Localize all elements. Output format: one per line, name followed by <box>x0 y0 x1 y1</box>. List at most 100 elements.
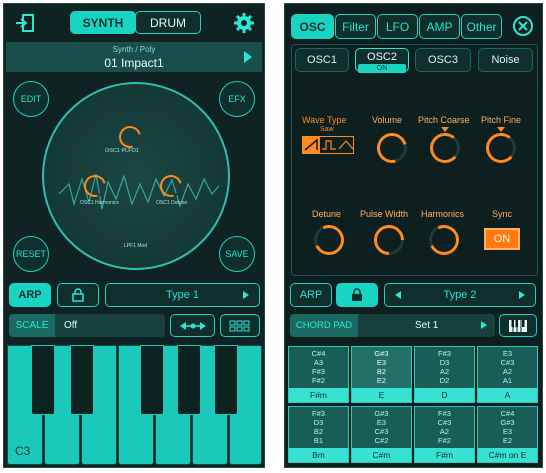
chord-set-next-icon[interactable] <box>481 321 487 329</box>
tab-osc-label: OSC <box>299 19 326 34</box>
noise-tab[interactable]: Noise <box>478 48 533 72</box>
osc2-on-indicator: ON <box>358 64 406 73</box>
chord-notes: G#3 E3 B2 E2 <box>374 349 389 385</box>
efx-label: EFX <box>228 94 246 104</box>
tab-other-label: Other <box>466 19 497 34</box>
key-octave-label: C3 <box>15 444 31 458</box>
arp-lock-button[interactable] <box>336 283 378 307</box>
chord-notes: C#4 A3 F#3 F#2 <box>311 349 326 385</box>
arp-type-select[interactable]: Type 1 <box>105 283 260 307</box>
arp-button[interactable]: ARP <box>290 283 332 307</box>
osc2-tab[interactable]: OSC2 ON <box>355 48 409 73</box>
tab-osc[interactable]: OSC <box>291 14 334 39</box>
chord-notes: F#3 D3 B2 B1 <box>312 409 325 445</box>
close-icon <box>518 21 528 31</box>
wave-type-value: Saw <box>320 126 334 133</box>
pitch-fine-label: Pitch Fine <box>481 115 522 125</box>
octave-arrows-icon <box>179 321 206 330</box>
chord-pad-6[interactable]: G#3 E3 C#3 C#2 C#m <box>351 406 412 463</box>
tab-other[interactable]: Other <box>461 14 502 39</box>
chord-notes: E3 C#3 A2 A1 <box>500 349 515 385</box>
arp-lock-button[interactable] <box>57 283 99 307</box>
efx-button[interactable]: EFX <box>219 81 255 117</box>
osc1-label: OSC1 <box>307 54 337 66</box>
keyboard-layout-button[interactable] <box>220 314 260 337</box>
scale-bar[interactable]: SCALE Off <box>9 314 165 337</box>
pitch-coarse-center-marker <box>441 127 449 132</box>
pitch-fine-knob[interactable] <box>484 131 518 165</box>
keyboard-view-button[interactable] <box>499 314 537 337</box>
chord-pad-label: CHORD PAD <box>290 314 358 337</box>
sync-toggle[interactable]: ON <box>484 228 520 250</box>
osc3-label: OSC3 <box>428 54 458 66</box>
tab-amp[interactable]: AMP <box>419 14 460 39</box>
chord-pad-7[interactable]: F#3 C#3 A2 F#2 F#m <box>414 406 475 463</box>
osc-edit-screen: OSC Filter LFO AMP Other OSC1 OSC2 ON OS… <box>284 3 543 468</box>
chord-name: A <box>478 388 537 402</box>
black-key-as[interactable] <box>214 345 238 415</box>
osc3-tab[interactable]: OSC3 <box>415 48 471 72</box>
black-key-ds[interactable] <box>70 345 94 415</box>
lock-icon <box>352 288 362 301</box>
tab-filter[interactable]: Filter <box>335 14 376 39</box>
exit-icon[interactable] <box>14 13 36 33</box>
close-button[interactable] <box>513 16 533 36</box>
square-wave-icon[interactable] <box>321 137 337 153</box>
chord-name: E <box>352 388 411 402</box>
arp-prev-icon[interactable] <box>395 291 401 299</box>
triangle-wave-icon[interactable] <box>338 137 354 153</box>
arp-button[interactable]: ARP <box>9 283 51 307</box>
chord-pad-8[interactable]: C#4 G#3 E3 E2 C#m on E <box>477 406 538 463</box>
reset-button[interactable]: RESET <box>13 236 49 272</box>
black-key-cs[interactable] <box>31 345 55 415</box>
arp-type-select[interactable]: Type 2 <box>384 283 536 307</box>
chord-pad-bar[interactable]: CHORD PAD Set 1 <box>290 314 495 337</box>
harmonics-knob[interactable] <box>424 220 464 260</box>
chord-pad-1[interactable]: C#4 A3 F#3 F#2 F#m <box>288 346 349 403</box>
save-button[interactable]: SAVE <box>219 236 255 272</box>
tab-lfo[interactable]: LFO <box>377 14 418 39</box>
black-key-fs[interactable] <box>140 345 164 415</box>
harmonics-label: Harmonics <box>421 209 465 219</box>
gear-icon[interactable] <box>233 12 255 34</box>
drum-tab[interactable]: DRUM <box>135 11 201 34</box>
octave-shift-button[interactable] <box>170 314 215 337</box>
synth-tab-label: SYNTH <box>82 15 124 30</box>
synth-tab[interactable]: SYNTH <box>70 11 136 34</box>
sync-label: Sync <box>492 209 513 219</box>
preset-name: 01 Impact1 <box>104 56 164 70</box>
chord-name: D <box>415 388 474 402</box>
osc1-tab[interactable]: OSC1 <box>295 48 349 72</box>
chord-pad-4[interactable]: E3 C#3 A2 A1 A <box>477 346 538 403</box>
arp-next-icon[interactable] <box>243 291 249 299</box>
saw-wave-icon[interactable] <box>303 137 320 153</box>
volume-knob[interactable] <box>371 127 413 169</box>
arp-type-value: Type 1 <box>165 289 200 301</box>
save-label: SAVE <box>225 249 249 259</box>
next-preset-icon[interactable] <box>244 51 252 63</box>
osc1-harmonics-label: OSC1 Harmonics <box>80 200 119 206</box>
arp-type-value: Type 2 <box>443 289 477 301</box>
xy-pad[interactable] <box>42 82 230 270</box>
drum-tab-label: DRUM <box>150 15 186 30</box>
arp-label: ARP <box>18 289 42 301</box>
chord-name: C#m on E <box>478 448 537 462</box>
edit-button[interactable]: EDIT <box>13 81 49 117</box>
chord-pad-5[interactable]: F#3 D3 B2 B1 Bm <box>288 406 349 463</box>
black-key-gs[interactable] <box>177 345 201 415</box>
chord-notes: C#4 G#3 E3 E2 <box>500 409 515 445</box>
arp-next-icon[interactable] <box>519 291 525 299</box>
chord-name: F#m <box>415 448 474 462</box>
chord-pad-3[interactable]: F#3 D3 A2 D2 D <box>414 346 475 403</box>
lpf1-mod-label: LPF1 Mod <box>124 243 148 249</box>
pulse-width-knob[interactable] <box>367 218 411 262</box>
pitch-coarse-knob[interactable] <box>428 131 462 165</box>
wave-type-selector[interactable] <box>302 136 354 154</box>
grid-icon <box>229 320 250 331</box>
osc2-label: OSC2 <box>367 51 397 63</box>
preset-bar[interactable]: Synth / Poly 01 Impact1 <box>6 42 262 72</box>
chord-set-value: Set 1 <box>415 320 439 331</box>
scale-label: SCALE <box>9 314 55 337</box>
detune-knob[interactable] <box>309 220 349 260</box>
chord-pad-2[interactable]: G#3 E3 B2 E2 E <box>351 346 412 403</box>
